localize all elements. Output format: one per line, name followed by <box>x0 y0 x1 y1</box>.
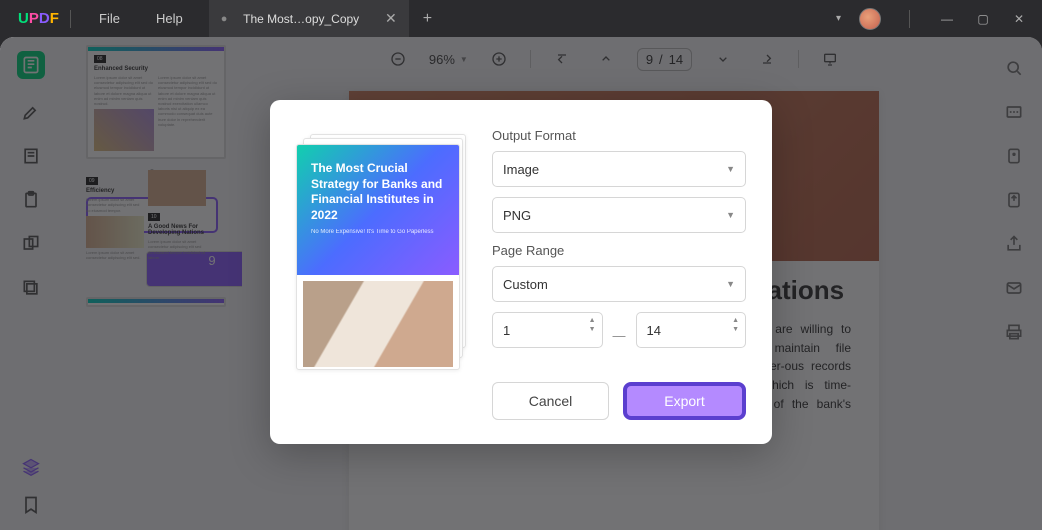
select-value: PNG <box>503 208 531 223</box>
tab-title: The Most…opy_Copy <box>243 12 359 26</box>
select-value: Custom <box>503 277 548 292</box>
output-format-label: Output Format <box>492 128 746 143</box>
step-up-icon[interactable]: ▲ <box>732 317 739 324</box>
file-type-select[interactable]: PNG ▼ <box>492 197 746 233</box>
export-dialog: The Most Crucial Strategy for Banks and … <box>270 100 772 444</box>
preview-title: The Most Crucial Strategy for Banks and … <box>311 161 445 223</box>
chevron-down-icon[interactable]: ▾ <box>836 13 841 24</box>
step-up-icon[interactable]: ▲ <box>589 317 596 324</box>
chevron-down-icon: ▼ <box>726 279 735 289</box>
export-form: Output Format Image ▼ PNG ▼ Page Range Cus… <box>492 128 746 420</box>
page-range-select[interactable]: Custom ▼ <box>492 266 746 302</box>
range-dash: — <box>613 328 626 343</box>
menu-help[interactable]: Help <box>138 11 201 26</box>
app-logo: UPDF <box>0 10 60 27</box>
add-tab-button[interactable]: + <box>409 10 446 28</box>
range-to-input[interactable]: 14 ▲ ▼ <box>636 312 747 348</box>
export-preview: The Most Crucial Strategy for Banks and … <box>296 134 466 374</box>
tab-dot-icon: ● <box>221 13 228 25</box>
close-tab-icon[interactable]: ✕ <box>385 10 397 27</box>
window-close-button[interactable]: ✕ <box>1010 12 1028 26</box>
menu-file[interactable]: File <box>81 11 138 26</box>
user-avatar[interactable] <box>859 8 881 30</box>
input-value: 14 <box>647 323 661 338</box>
titlebar: UPDF File Help ● The Most…opy_Copy ✕ + ▾… <box>0 0 1042 37</box>
cancel-button[interactable]: Cancel <box>492 382 609 420</box>
select-value: Image <box>503 162 539 177</box>
output-format-select[interactable]: Image ▼ <box>492 151 746 187</box>
chevron-down-icon: ▼ <box>726 164 735 174</box>
range-from-input[interactable]: 1 ▲ ▼ <box>492 312 603 348</box>
page-range-label: Page Range <box>492 243 746 258</box>
chevron-down-icon: ▼ <box>726 210 735 220</box>
step-down-icon[interactable]: ▼ <box>589 326 596 333</box>
window-minimize-button[interactable]: ― <box>938 12 956 26</box>
preview-subtitle: No More Expensive! It's Time to Go Paper… <box>311 229 445 235</box>
window-maximize-button[interactable]: ▢ <box>974 12 992 26</box>
step-down-icon[interactable]: ▼ <box>732 326 739 333</box>
separator <box>909 10 910 28</box>
preview-image <box>303 281 453 367</box>
export-button[interactable]: Export <box>623 382 746 420</box>
input-value: 1 <box>503 323 510 338</box>
separator <box>70 10 71 28</box>
document-tab[interactable]: ● The Most…opy_Copy ✕ <box>209 0 409 37</box>
